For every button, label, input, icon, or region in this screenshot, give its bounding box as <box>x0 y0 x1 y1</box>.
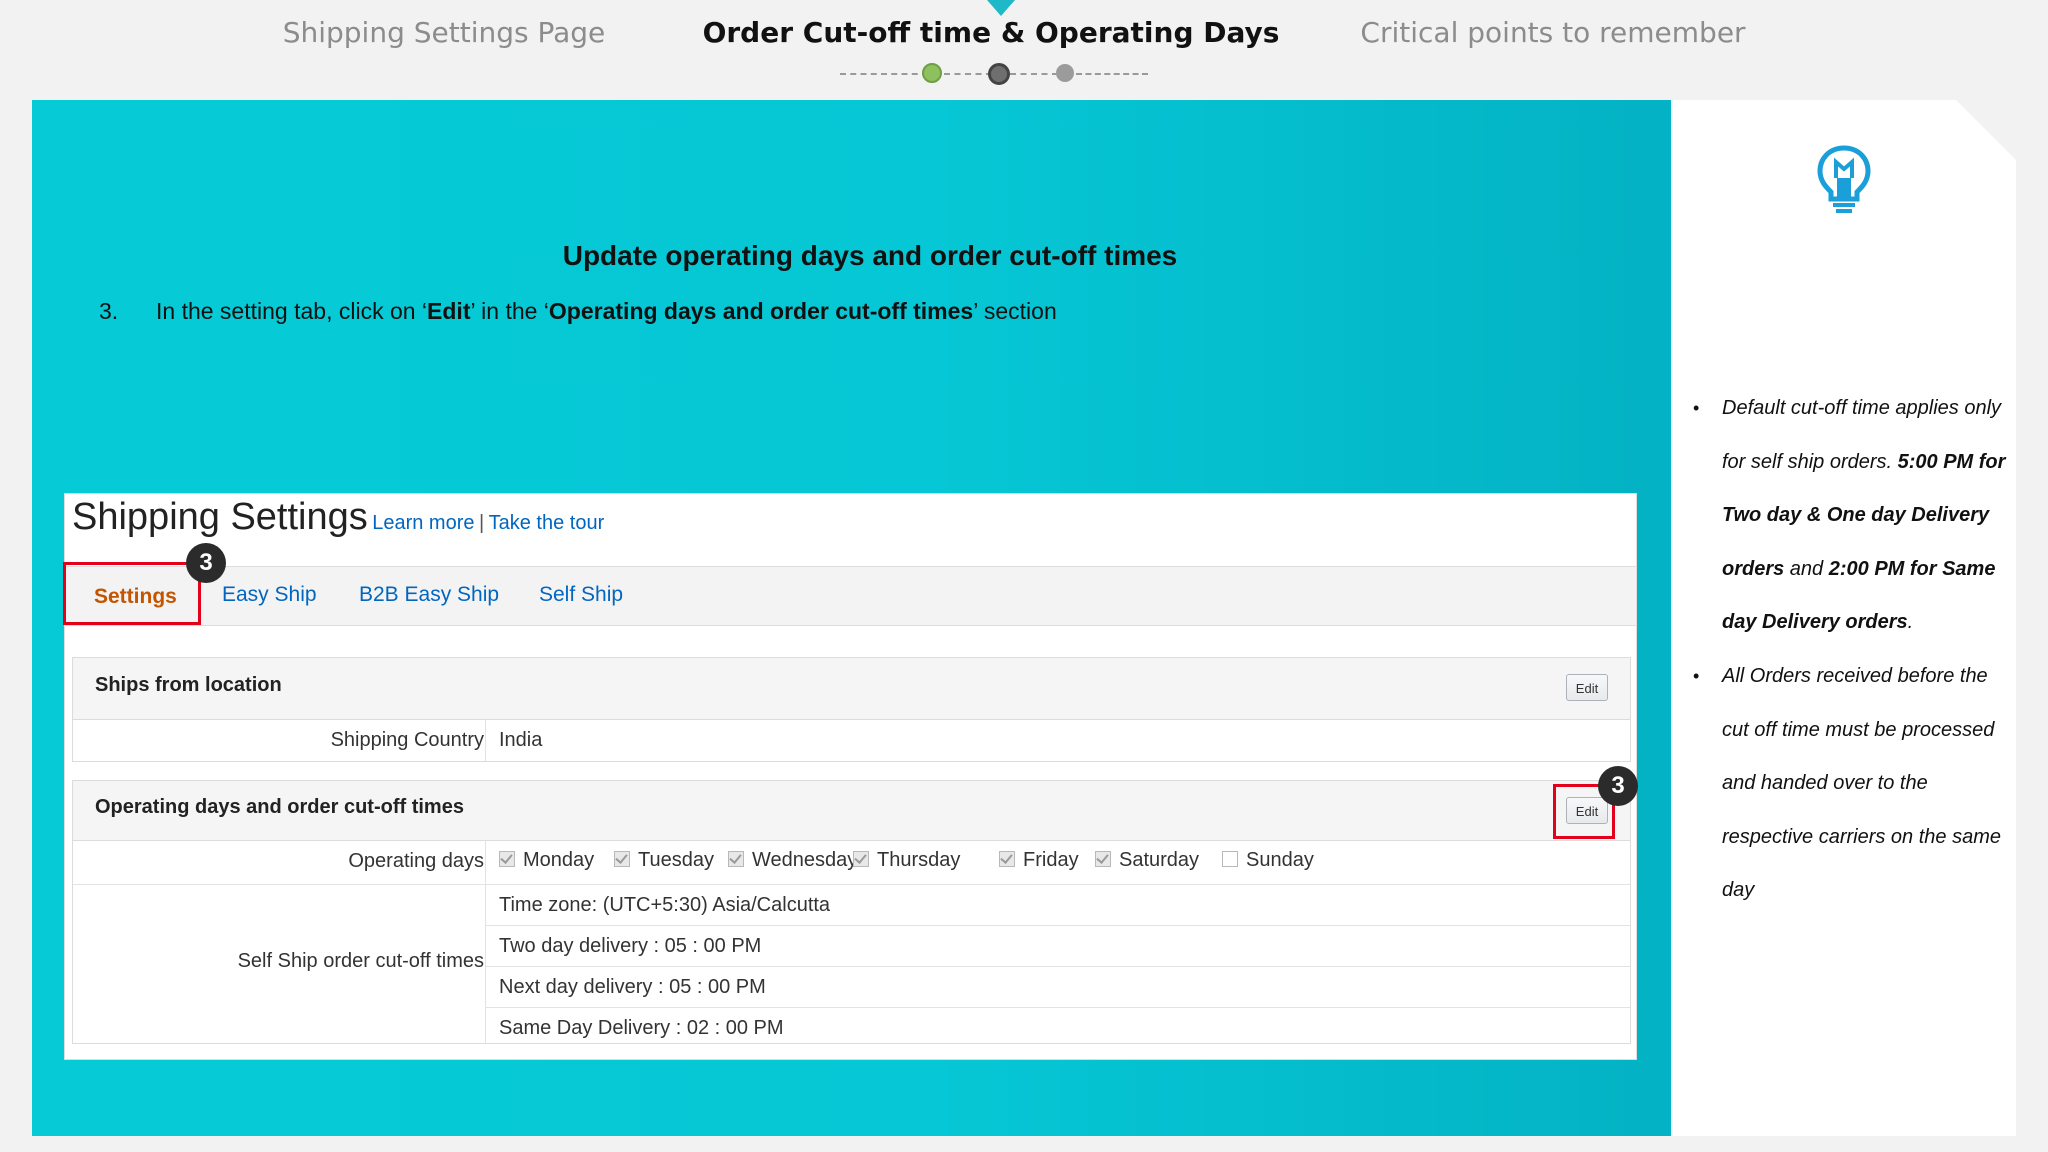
active-step-pointer <box>987 0 1015 16</box>
note-same-day-handover: All Orders received before the cut off t… <box>1690 650 2010 918</box>
instruction-edit-keyword: Edit <box>427 298 471 324</box>
note-text: . <box>1907 611 1914 634</box>
learn-more-link[interactable]: Learn more <box>372 512 474 534</box>
day-checkbox-thursday[interactable] <box>853 851 869 867</box>
operating-days-section: Operating days and order cut-off times E… <box>72 780 1631 1044</box>
day-label: Tuesday <box>638 849 714 871</box>
ships-from-section: Ships from location Edit Shipping Countr… <box>72 657 1631 762</box>
day-checkbox-friday[interactable] <box>999 851 1015 867</box>
progress-dash <box>1076 73 1148 75</box>
progress-dash <box>1010 73 1058 75</box>
progress-dash <box>840 73 928 75</box>
day-checkbox-monday[interactable] <box>499 851 515 867</box>
timezone-value: Time zone: (UTC+5:30) Asia/Calcutta <box>499 894 831 916</box>
slide-title: Update operating days and order cut-off … <box>562 240 1178 271</box>
progress-dot-step-2[interactable] <box>988 63 1010 85</box>
nav-step-shipping-settings[interactable]: Shipping Settings Page <box>283 16 606 49</box>
progress-dash <box>944 73 992 75</box>
day-friday: Friday <box>999 849 1079 872</box>
settings-tab-bar: Settings Easy Ship B2B Easy Ship Self Sh… <box>65 566 1636 626</box>
day-checkbox-tuesday[interactable] <box>614 851 630 867</box>
progress-dot-step-3[interactable] <box>1056 64 1074 82</box>
step-number: 3. <box>99 298 119 324</box>
callout-badge-3: 3 <box>1598 766 1638 806</box>
shipping-settings-header: Shipping Settings Learn more | Take the … <box>72 496 604 539</box>
operating-days-header: Operating days and order cut-off times E… <box>73 781 1630 841</box>
day-saturday: Saturday <box>1095 849 1199 872</box>
instruction-section-keyword: Operating days and order cut-off times <box>548 298 974 324</box>
note-text: and <box>1784 557 1829 580</box>
column-divider <box>485 720 486 761</box>
day-checkbox-sunday[interactable] <box>1222 851 1238 867</box>
shipping-country-label: Shipping Country <box>330 729 484 751</box>
lightbulb-icon <box>1815 144 1873 221</box>
day-wednesday: Wednesday <box>728 849 857 872</box>
row-divider <box>485 966 1630 967</box>
same-day-cutoff-value: Same Day Delivery : 02 : 00 PM <box>499 1017 784 1039</box>
shipping-settings-title: Shipping Settings <box>72 496 368 538</box>
day-label: Sunday <box>1246 849 1314 871</box>
two-day-cutoff-value: Two day delivery : 05 : 00 PM <box>499 935 762 957</box>
day-label: Friday <box>1023 849 1079 871</box>
instruction-text: ’ in the ‘ <box>470 298 549 324</box>
day-monday: Monday <box>499 849 594 872</box>
day-label: Monday <box>523 849 595 871</box>
take-the-tour-link[interactable]: Take the tour <box>489 512 605 534</box>
day-checkbox-wednesday[interactable] <box>728 851 744 867</box>
day-checkbox-saturday[interactable] <box>1095 851 1111 867</box>
tab-self-ship[interactable]: Self Ship <box>539 583 623 607</box>
row-divider <box>73 884 1630 885</box>
instruction-step-3: 3. In the setting tab, click on ‘Edit’ in… <box>99 298 1057 325</box>
next-day-cutoff-value: Next day delivery : 05 : 00 PM <box>499 976 766 998</box>
instruction-text: ’ section <box>973 298 1057 324</box>
day-sunday: Sunday <box>1222 849 1314 872</box>
callout-badge-3: 3 <box>186 543 226 583</box>
note-text: All Orders received before the cut off t… <box>1722 664 2002 902</box>
operating-days-title: Operating days and order cut-off times <box>95 796 464 818</box>
ships-from-title: Ships from location <box>95 674 282 696</box>
column-divider <box>485 841 486 1043</box>
day-label: Thursday <box>877 849 961 871</box>
cutoff-times-label: Self Ship order cut-off times <box>237 950 484 972</box>
row-divider <box>485 925 1630 926</box>
operating-days-label: Operating days <box>348 850 484 872</box>
critical-notes: Default cut-off time applies only for se… <box>1690 382 2010 918</box>
link-separator: | <box>478 512 485 534</box>
settings-tab-highlight <box>63 562 201 625</box>
day-tuesday: Tuesday <box>614 849 714 872</box>
day-label: Saturday <box>1119 849 1200 871</box>
nav-step-cutoff-operating-days[interactable]: Order Cut-off time & Operating Days <box>703 16 1280 49</box>
shipping-settings-screenshot: Shipping Settings Learn more | Take the … <box>63 493 1638 1060</box>
progress-nav: Shipping Settings Page Order Cut-off tim… <box>0 0 2048 100</box>
tab-b2b-easy-ship[interactable]: B2B Easy Ship <box>359 583 499 607</box>
day-label: Wednesday <box>752 849 858 871</box>
operating-days-checkboxes: Monday Tuesday Wednesday Thursday Friday Satu… <box>499 841 1599 884</box>
tab-easy-ship[interactable]: Easy Ship <box>222 583 317 607</box>
note-default-cutoff: Default cut-off time applies only for se… <box>1690 382 2010 650</box>
ships-from-header: Ships from location Edit <box>73 658 1630 720</box>
progress-dot-step-1[interactable] <box>922 63 942 83</box>
row-divider <box>485 1007 1630 1008</box>
day-thursday: Thursday <box>853 849 960 872</box>
ships-from-edit-button[interactable]: Edit <box>1566 674 1608 701</box>
nav-step-critical-points[interactable]: Critical points to remember <box>1360 16 1745 49</box>
shipping-country-value: India <box>499 729 543 751</box>
instruction-text: In the setting tab, click on ‘ <box>156 298 428 324</box>
